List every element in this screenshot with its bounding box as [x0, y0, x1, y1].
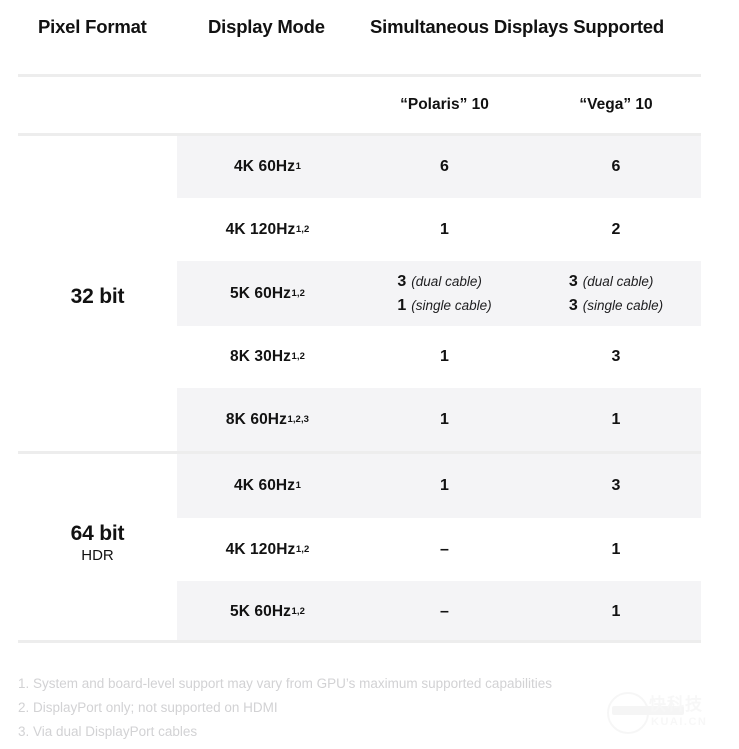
- cell-display-mode: 4K 120Hz 1,2: [225, 220, 310, 238]
- cell-display-mode: 4K 60Hz 1: [234, 158, 301, 175]
- cell-display-mode: 4K 60Hz 1: [234, 477, 301, 494]
- column-header-polaris: “Polaris” 10: [400, 96, 489, 113]
- value-text: 1: [611, 410, 621, 428]
- cell-display-mode: 8K 60Hz 1,2,3: [225, 410, 310, 428]
- cell-polaris-value: 1: [358, 388, 531, 451]
- group-label-64bit: 64 bit HDR: [18, 522, 177, 564]
- table-body: 4K 60Hz 1 6 6 4K 120Hz 1,2 1 2 5K 60Hz 1,2 3 (dual …: [0, 136, 739, 643]
- table-header: Pixel Format Display Mode Simultaneous D…: [0, 16, 739, 58]
- cell-display-mode: 5K 60Hz 1,2: [229, 284, 306, 302]
- cell-polaris-value: 1: [358, 326, 531, 388]
- header-rule-top: [18, 74, 701, 77]
- value-text: 1: [440, 410, 449, 428]
- cell-vega-value: 6: [531, 136, 701, 198]
- table-row: 8K 30Hz 1,2 1 3: [0, 326, 739, 388]
- value-text: 1: [611, 603, 621, 620]
- value-text: 6: [440, 158, 449, 175]
- value-line: 3 (single cable): [568, 296, 664, 314]
- table-row: 4K 60Hz 1 1 3: [0, 454, 739, 518]
- cell-vega-value: 1: [531, 388, 701, 451]
- header-simultaneous: Simultaneous Displays Supported: [370, 16, 664, 37]
- cell-polaris-value: 3 (dual cable) 1 (single cable): [358, 261, 531, 326]
- value-text: 1: [440, 220, 449, 238]
- cell-vega-value: 3: [531, 454, 701, 518]
- table-row: 4K 60Hz 1 6 6: [0, 136, 739, 198]
- cell-vega-value: 3: [531, 326, 701, 388]
- value-line: 3 (dual cable): [568, 273, 654, 291]
- cell-display-mode: 4K 120Hz 1,2: [225, 540, 310, 558]
- table-row: 8K 60Hz 1,2,3 1 1: [0, 388, 739, 451]
- cell-vega-value: 1: [531, 518, 701, 581]
- cell-polaris-value: 1: [358, 198, 531, 261]
- value-line: 3 (dual cable): [397, 273, 482, 291]
- watermark: 快科技 KUAI.CN: [607, 688, 727, 740]
- cell-display-mode: 8K 30Hz 1,2: [229, 348, 306, 365]
- value-line: 1 (single cable): [397, 296, 492, 314]
- cell-polaris-value: –: [358, 581, 531, 643]
- value-text: 1: [440, 477, 449, 494]
- table-bottom-rule: [18, 640, 701, 643]
- value-text: 1: [440, 348, 449, 365]
- header-display-mode: Display Mode: [208, 16, 325, 37]
- cell-vega-value: 2: [531, 198, 701, 261]
- value-text: 6: [611, 158, 621, 175]
- cell-vega-value: 1: [531, 581, 701, 643]
- cell-polaris-value: –: [358, 518, 531, 581]
- table-row: 5K 60Hz 1,2 – 1: [0, 581, 739, 643]
- group-label-64bit-sub: HDR: [81, 547, 114, 564]
- cell-vega-value: 3 (dual cable) 3 (single cable): [531, 261, 701, 326]
- watermark-subtext: KUAI.CN: [651, 716, 708, 728]
- watermark-text: 快科技: [649, 695, 703, 714]
- cell-polaris-value: 6: [358, 136, 531, 198]
- group-label-32bit-main: 32 bit: [70, 285, 125, 308]
- group-divider-rule: [18, 451, 701, 454]
- value-text: –: [440, 603, 449, 620]
- group-label-64bit-main: 64 bit: [70, 522, 125, 545]
- header-pixel-format: Pixel Format: [38, 16, 147, 37]
- cell-display-mode: 5K 60Hz 1,2: [229, 603, 306, 620]
- value-text: 3: [611, 348, 621, 365]
- gpu-subheader: “Polaris” 10 “Vega” 10: [0, 96, 739, 124]
- display-support-table: Pixel Format Display Mode Simultaneous D…: [0, 0, 739, 749]
- value-text: –: [440, 540, 449, 558]
- column-header-vega: “Vega” 10: [579, 96, 653, 113]
- cell-polaris-value: 1: [358, 454, 531, 518]
- value-text: 3: [611, 477, 621, 494]
- value-text: 1: [611, 540, 621, 558]
- table-row: 4K 120Hz 1,2 1 2: [0, 198, 739, 261]
- group-label-32bit: 32 bit: [18, 285, 177, 310]
- value-text: 2: [611, 220, 621, 238]
